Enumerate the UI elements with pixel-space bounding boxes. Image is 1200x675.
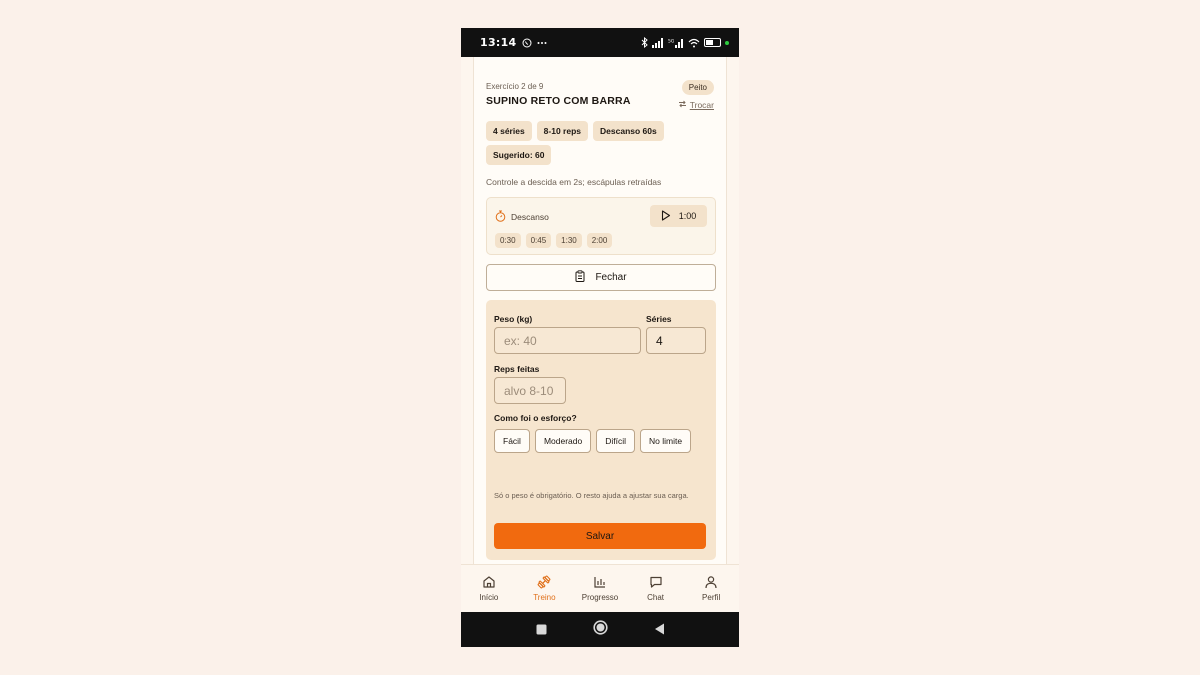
nav-label: Chat	[647, 593, 665, 602]
swap-label: Trocar	[689, 100, 714, 110]
phone-frame: 13:14 5G Exercício 2 de 9 SUPINO RETO CO…	[461, 28, 739, 647]
exercise-title: SUPINO RETO COM BARRA	[486, 95, 631, 107]
clipboard-icon	[575, 270, 585, 285]
exercise-chips: 4 séries 8-10 reps Descanso 60s Sugerido…	[486, 121, 716, 165]
reps-input[interactable]: alvo 8-10	[494, 377, 566, 404]
rest-timer: Descanso 1:00 0:30 0:45 1:30 2:00	[486, 197, 716, 255]
swap-icon	[678, 100, 687, 110]
app-screen: Exercício 2 de 9 SUPINO RETO COM BARRA P…	[461, 57, 739, 564]
recents-icon[interactable]	[536, 620, 547, 639]
reps-label: Reps feitas	[494, 364, 540, 374]
log-set-form: Peso (kg) ex: 40 Séries 4 Reps feitas al…	[486, 300, 716, 560]
bluetooth-icon	[641, 37, 648, 48]
user-icon	[704, 575, 718, 591]
more-notifications-icon	[537, 41, 547, 45]
chip-suggested: Sugerido: 60	[486, 145, 552, 165]
bottom-nav: Início Treino Progresso Chat Perfil	[461, 564, 739, 612]
rest-time: 1:00	[678, 211, 697, 221]
status-bar: 13:14 5G	[461, 28, 739, 57]
whatsapp-icon	[522, 38, 532, 48]
nav-item-treino[interactable]: Treino	[517, 565, 573, 612]
dumbbell-icon	[537, 575, 551, 591]
rest-label: Descanso	[511, 212, 549, 222]
exercise-counter: Exercício 2 de 9	[486, 82, 544, 91]
nav-label: Perfil	[702, 593, 721, 602]
weight-label: Peso (kg)	[494, 314, 533, 324]
chat-icon	[649, 575, 663, 591]
chip-sets: 4 séries	[486, 121, 532, 141]
nav-item-chat[interactable]: Chat	[628, 565, 684, 612]
close-label: Fechar	[595, 272, 627, 283]
rest-preset-1-30[interactable]: 1:30	[556, 233, 582, 248]
nav-label: Progresso	[581, 593, 619, 602]
battery-icon	[704, 38, 721, 47]
system-navigation-bar	[461, 612, 739, 647]
form-note: Só o peso é obrigatório. O resto ajuda a…	[494, 491, 689, 500]
signal-icon	[652, 37, 664, 48]
play-icon	[661, 209, 671, 223]
sets-input[interactable]: 4	[646, 327, 706, 354]
start-rest-button[interactable]: 1:00	[650, 205, 707, 227]
muscle-group-badge: Peito	[681, 80, 714, 95]
home-icon	[482, 575, 496, 591]
rest-presets: 0:30 0:45 1:30 2:00	[495, 233, 613, 248]
chip-reps: 8-10 reps	[536, 121, 589, 141]
exercise-hint: Controle a descida em 2s; escápulas retr…	[486, 177, 662, 187]
back-icon[interactable]	[654, 620, 665, 639]
close-log-button[interactable]: Fechar	[486, 264, 716, 291]
sets-label: Séries	[646, 314, 672, 324]
privacy-indicator-icon	[725, 40, 729, 45]
nav-item-inicio[interactable]: Início	[461, 565, 517, 612]
effort-hard-button[interactable]: Difícil	[596, 429, 636, 453]
effort-moderate-button[interactable]: Moderado	[534, 429, 592, 453]
home-button-icon[interactable]	[592, 620, 608, 639]
wifi-icon	[688, 38, 700, 48]
rest-label-row: Descanso	[495, 210, 549, 224]
stopwatch-icon	[495, 210, 506, 224]
save-button[interactable]: Salvar	[494, 523, 706, 549]
effort-label: Como foi o esforço?	[494, 413, 577, 423]
nav-label: Treino	[533, 593, 556, 602]
signal-5g-icon: 5G	[668, 38, 684, 48]
effort-easy-button[interactable]: Fácil	[494, 429, 530, 453]
exercise-card: Exercício 2 de 9 SUPINO RETO COM BARRA P…	[473, 57, 727, 564]
nav-item-progresso[interactable]: Progresso	[572, 565, 628, 612]
rest-preset-0-45[interactable]: 0:45	[525, 233, 552, 248]
effort-options: Fácil Moderado Difícil No limite	[494, 429, 704, 453]
rest-preset-0-30[interactable]: 0:30	[495, 233, 521, 248]
nav-item-perfil[interactable]: Perfil	[683, 565, 739, 612]
bar-chart-icon	[593, 575, 607, 591]
rest-preset-2-00[interactable]: 2:00	[586, 233, 613, 248]
nav-label: Início	[479, 593, 499, 602]
effort-max-button[interactable]: No limite	[640, 429, 692, 453]
weight-input[interactable]: ex: 40	[494, 327, 641, 354]
svg-text:5G: 5G	[668, 38, 675, 44]
status-time: 13:14	[480, 36, 517, 49]
swap-exercise-link[interactable]: Trocar	[678, 100, 714, 110]
chip-rest: Descanso 60s	[593, 121, 664, 141]
